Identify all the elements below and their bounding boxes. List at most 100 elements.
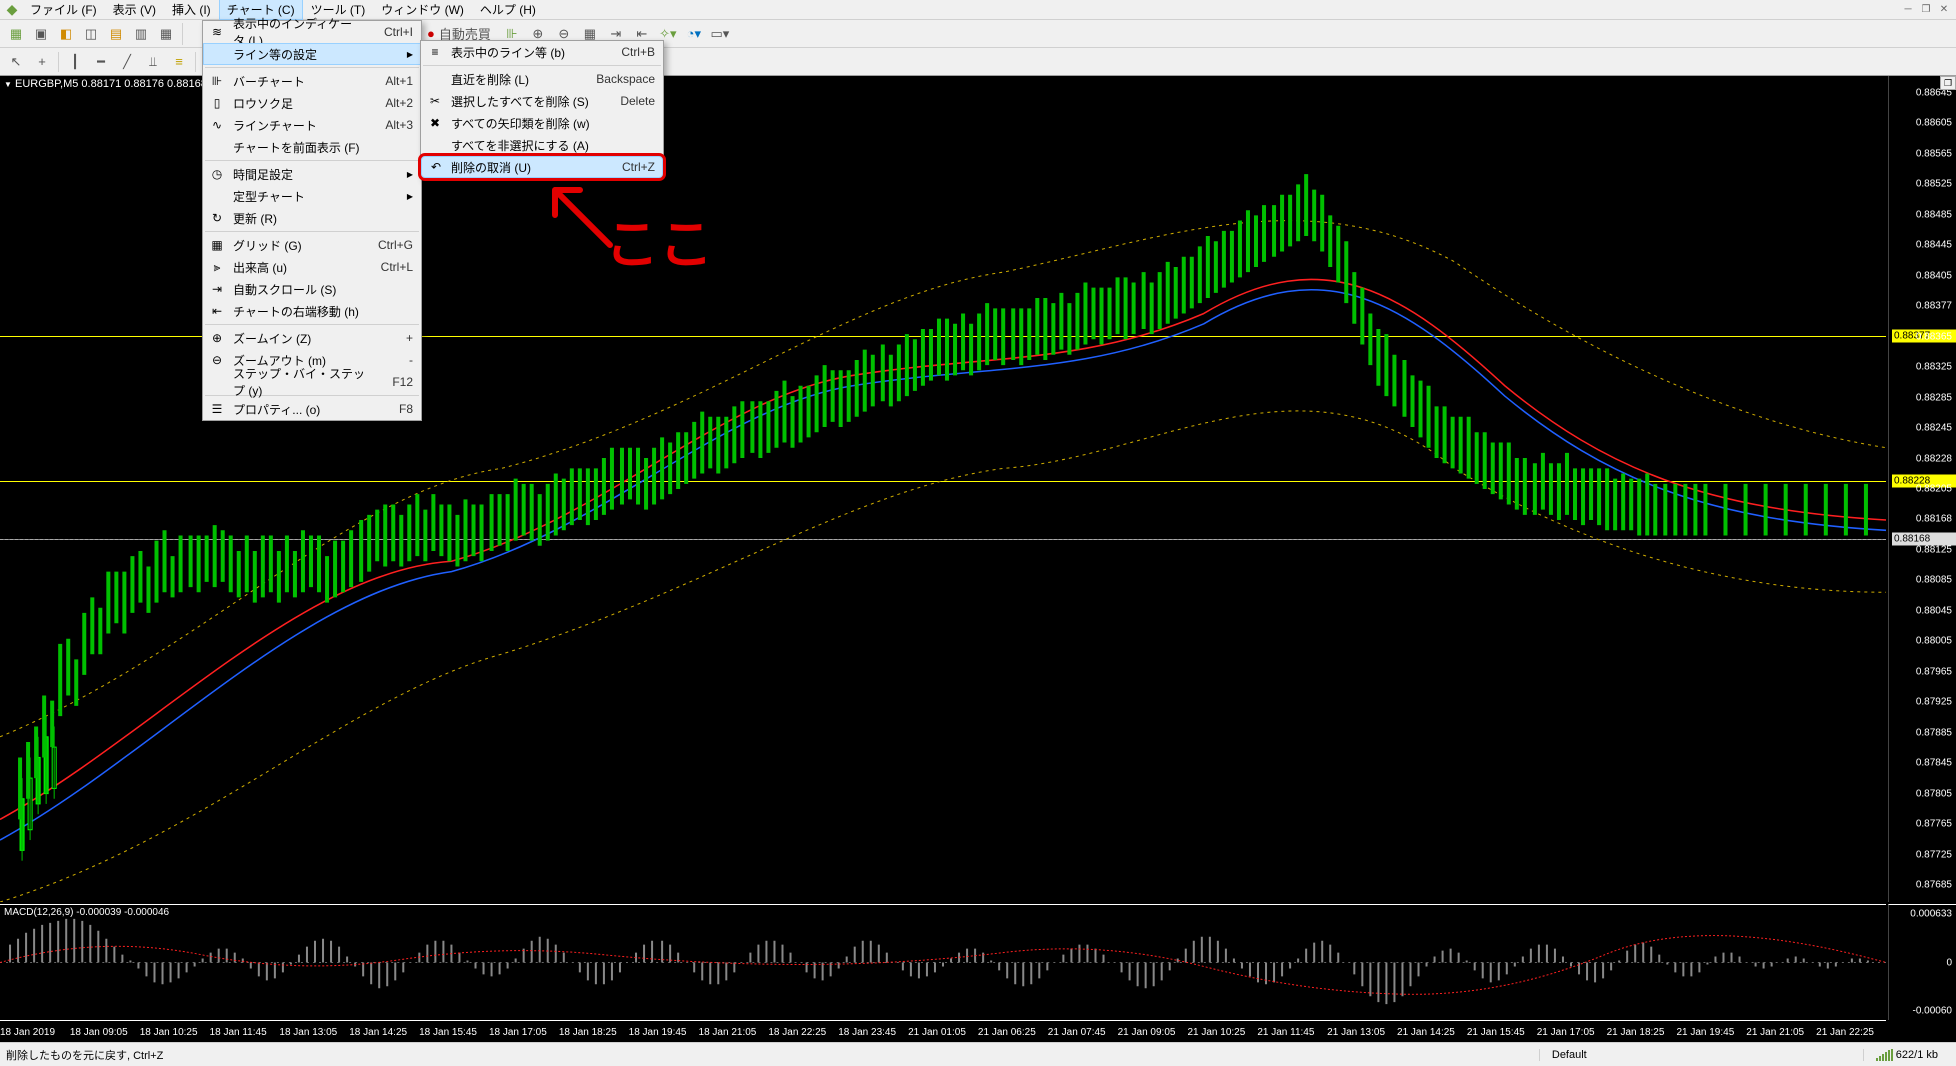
menu-item[interactable]: 直近を削除 (L)Backspace	[421, 68, 663, 90]
menu-shortcut: Ctrl+Z	[602, 160, 655, 174]
menu-shortcut: Ctrl+I	[364, 25, 413, 39]
time-tick: 21 Jan 11:45	[1257, 1027, 1314, 1038]
statusbar-profile[interactable]: Default	[1539, 1049, 1599, 1061]
menu-shortcut: Ctrl+L	[361, 260, 413, 274]
minimize-button[interactable]: ─	[1900, 2, 1916, 16]
time-axis: 18 Jan 201918 Jan 09:0518 Jan 10:2518 Ja…	[0, 1020, 1886, 1042]
time-tick: 18 Jan 2019	[0, 1027, 55, 1038]
chart-dropdown-icon[interactable]: ▼	[4, 80, 12, 89]
menu-item[interactable]: ↻ 更新 (R)	[203, 207, 421, 229]
crosshair-button[interactable]: +	[30, 51, 54, 73]
menu-item[interactable]: ☰プロパティ... (o)F8	[203, 398, 421, 420]
submenu-arrow-icon: ▶	[407, 50, 413, 59]
menu-item-label: 時間足設定	[233, 166, 293, 183]
menu-item[interactable]: すべてを非選択にする (A)	[421, 134, 663, 156]
indicator-axis: 0.000633 0 -0.00060	[1888, 904, 1956, 1020]
time-tick: 21 Jan 10:25	[1187, 1027, 1245, 1038]
menu-item[interactable]: ⊪バーチャートAlt+1	[203, 70, 421, 92]
refresh-icon: ↻	[208, 209, 226, 227]
terminal-button[interactable]: ▥	[129, 23, 153, 45]
statusbar-hint: 削除したものを元に戻す, Ctrl+Z	[6, 1047, 163, 1063]
cursor-button[interactable]: ↖	[4, 51, 28, 73]
statusbar: 削除したものを元に戻す, Ctrl+Z Default 622/1 kb	[0, 1042, 1956, 1066]
menu-item-label: 自動スクロール (S)	[233, 281, 336, 298]
menu-item-label: ロウソク足	[233, 95, 293, 112]
new-chart-button[interactable]: ▦	[4, 23, 28, 45]
app-icon: ◆	[4, 2, 20, 18]
menu-item[interactable]: ≡表示中のライン等 (b)Ctrl+B	[421, 41, 663, 63]
menu-item[interactable]: ↶削除の取消 (U)Ctrl+Z	[421, 156, 663, 178]
menu-item-label: ズームイン (Z)	[233, 330, 311, 347]
time-tick: 18 Jan 17:05	[489, 1027, 547, 1038]
menu-item[interactable]: ⇥自動スクロール (S)	[203, 278, 421, 300]
vertical-line-button[interactable]: ┃	[63, 51, 87, 73]
menu-item[interactable]: ✖すべての矢印類を削除 (w)	[421, 112, 663, 134]
restore-button[interactable]: ❐	[1918, 2, 1934, 16]
price-tick: 0.87685	[1916, 880, 1952, 891]
menu-item[interactable]: ▦グリッド (G)Ctrl+G	[203, 234, 421, 256]
market-watch-button[interactable]: ◧	[54, 23, 78, 45]
menu-item-label: ステップ・バイ・ステップ (y)	[233, 365, 372, 399]
fibo-button[interactable]: ≡	[167, 51, 191, 73]
indicator-title: MACD(12,26,9) -0.000039 -0.000046	[4, 907, 169, 918]
menu-item[interactable]: ✂選択したすべてを削除 (S)Delete	[421, 90, 663, 112]
menu-item[interactable]: 定型チャート▶	[203, 185, 421, 207]
chart-title: ▼ EURGBP,M5 0.88171 0.88176 0.88168 0.88	[4, 78, 231, 90]
close-button[interactable]: ✕	[1936, 2, 1952, 16]
menu-shortcut: +	[386, 331, 413, 345]
menu-item[interactable]: ⇤ チャートの右端移動 (h)	[203, 300, 421, 322]
menu-file[interactable]: ファイル (F)	[22, 0, 105, 20]
window-controls: ─ ❐ ✕	[1900, 2, 1952, 16]
menu-item[interactable]: ステップ・バイ・ステップ (y)F12	[203, 371, 421, 393]
price-tick: 0.88365	[1916, 331, 1952, 342]
time-tick: 21 Jan 22:25	[1816, 1027, 1874, 1038]
indicator-panel[interactable]: MACD(12,26,9) -0.000039 -0.000046	[0, 904, 1886, 1020]
price-tick: 0.88325	[1916, 362, 1952, 373]
time-tick: 21 Jan 19:45	[1676, 1027, 1734, 1038]
menu-item[interactable]: ≋表示中のインディケータ (L)Ctrl+I	[203, 21, 421, 43]
time-tick: 18 Jan 09:05	[70, 1027, 128, 1038]
price-tick: 0.88168	[1916, 514, 1952, 525]
menu-shortcut: F12	[372, 375, 413, 389]
menu-help[interactable]: ヘルプ (H)	[472, 0, 544, 20]
menu-item[interactable]: ⫸出来高 (u)Ctrl+L	[203, 256, 421, 278]
menu-item[interactable]: ∿ラインチャートAlt+3	[203, 114, 421, 136]
volume-icon: ⫸	[208, 258, 226, 276]
price-tick: 0.88285	[1916, 392, 1952, 403]
statusbar-connection[interactable]: 622/1 kb	[1863, 1049, 1950, 1061]
price-tick: 0.87765	[1916, 819, 1952, 830]
menu-shortcut: Backspace	[576, 72, 655, 86]
props-icon: ☰	[208, 400, 226, 418]
channel-button[interactable]: ⫫	[141, 51, 165, 73]
time-tick: 18 Jan 15:45	[419, 1027, 477, 1038]
menu-shortcut: F8	[379, 402, 413, 416]
menu-window[interactable]: ウィンドウ (W)	[373, 0, 472, 20]
lines-icon: ≡	[426, 43, 444, 61]
menu-shortcut: Alt+1	[365, 74, 413, 88]
strategy-tester-button[interactable]: ▦	[154, 23, 178, 45]
menu-item[interactable]: チャートを前面表示 (F)	[203, 136, 421, 158]
data-window-button[interactable]: ◫	[79, 23, 103, 45]
menu-item[interactable]: ⊕ズームイン (Z)+	[203, 327, 421, 349]
profiles-button[interactable]: ▣	[29, 23, 53, 45]
time-tick: 18 Jan 14:25	[349, 1027, 407, 1038]
menu-item[interactable]: ◷時間足設定▶	[203, 163, 421, 185]
price-tick: 0.88565	[1916, 148, 1952, 159]
menu-view[interactable]: 表示 (V)	[105, 0, 164, 20]
price-tick: 0.88485	[1916, 209, 1952, 220]
horizontal-line-button[interactable]: ━	[89, 51, 113, 73]
navigator-button[interactable]: ▤	[104, 23, 128, 45]
menu-item-label: 更新 (R)	[233, 210, 277, 227]
trendline-button[interactable]: ╱	[115, 51, 139, 73]
menu-insert[interactable]: 挿入 (I)	[164, 0, 219, 20]
periods-button[interactable]: ◔▾	[682, 23, 706, 45]
time-tick: 18 Jan 13:05	[279, 1027, 337, 1038]
menu-item-label: 削除の取消 (U)	[451, 159, 531, 176]
shift-icon: ⇤	[208, 302, 226, 320]
menu-item[interactable]: ▯ロウソク足Alt+2	[203, 92, 421, 114]
chart-restore-button[interactable]: ❐	[1940, 76, 1956, 90]
menu-shortcut: Alt+3	[365, 118, 413, 132]
menu-item[interactable]: ライン等の設定▶	[203, 43, 421, 65]
menu-item-label: チャートの右端移動 (h)	[233, 303, 359, 320]
templates-button[interactable]: ▭▾	[708, 23, 732, 45]
